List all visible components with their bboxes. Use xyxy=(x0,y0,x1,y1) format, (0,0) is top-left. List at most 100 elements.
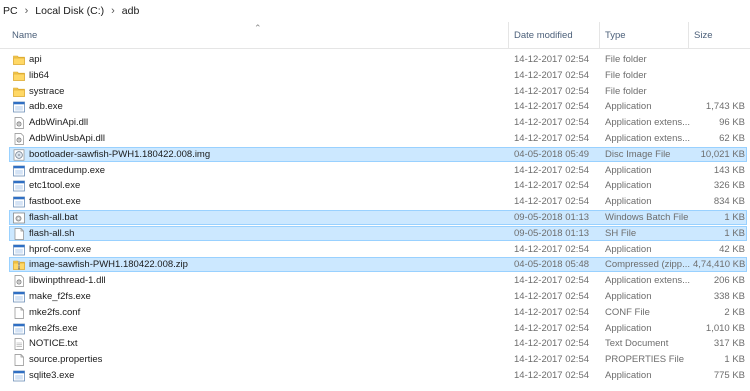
file-row[interactable]: dmtracedump.exe 14-12-2017 02:54 Applicati… xyxy=(9,163,747,178)
breadcrumb-adb[interactable]: adb xyxy=(121,5,141,17)
file-date-modified: 14-12-2017 02:54 xyxy=(514,370,590,381)
file-row[interactable]: fastboot.exe 14-12-2017 02:54 Application 8… xyxy=(9,194,747,209)
file-size: 1 KB xyxy=(724,354,745,366)
file-type: Application extens... xyxy=(605,117,691,129)
file-name: fastboot.exe xyxy=(29,196,81,208)
file-date-modified: 14-12-2017 02:54 xyxy=(514,196,590,208)
exe-icon xyxy=(13,244,25,256)
text-file-icon xyxy=(13,338,25,351)
file-size: 62 KB xyxy=(719,133,745,144)
breadcrumb-pc[interactable]: PC xyxy=(2,5,19,17)
file-name: flash-all.sh xyxy=(29,227,75,239)
folder-icon xyxy=(13,86,25,98)
file-size: 338 KB xyxy=(713,291,745,302)
column-divider[interactable] xyxy=(599,22,600,48)
file-type: Application extens... xyxy=(605,275,691,287)
file-name: AdbWinApi.dll xyxy=(29,117,89,129)
file-name: NOTICE.txt xyxy=(29,338,78,350)
file-type: PROPERTIES File xyxy=(605,354,685,366)
column-header-size[interactable]: Size xyxy=(694,22,744,48)
file-row[interactable]: NOTICE.txt 14-12-2017 02:54 Text Document 3… xyxy=(9,336,747,351)
breadcrumb-local-disk[interactable]: Local Disk (C:) xyxy=(34,5,105,17)
file-row[interactable]: bootloader-sawfish-PWH1.180422.008.img 04… xyxy=(9,146,747,162)
file-type: Application xyxy=(605,196,652,208)
file-row[interactable]: flash-all.bat 09-05-2018 01:13 Windows Bat… xyxy=(9,210,747,225)
file-date-modified: 14-12-2017 02:54 xyxy=(514,117,590,129)
file-row[interactable]: AdbWinApi.dll 14-12-2017 02:54 Application… xyxy=(9,115,747,130)
file-name: image-sawfish-PWH1.180422.008.zip xyxy=(29,259,188,271)
file-name: lib64 xyxy=(29,69,50,81)
file-name: api xyxy=(29,54,42,65)
file-date-modified: 14-12-2017 02:54 xyxy=(514,69,590,81)
file-row[interactable]: systrace 14-12-2017 02:54 File folder xyxy=(9,84,747,99)
file-type: Application xyxy=(605,291,652,302)
file-size: 143 KB xyxy=(713,164,745,176)
file-date-modified: 14-12-2017 02:54 xyxy=(514,306,590,318)
generic-file-icon xyxy=(13,306,25,319)
file-row[interactable]: lib64 14-12-2017 02:54 File folder xyxy=(9,68,747,83)
file-size: 1 KB xyxy=(724,212,745,223)
file-size: 834 KB xyxy=(713,196,745,208)
file-type: File folder xyxy=(605,69,647,81)
file-size: 4,74,410 KB xyxy=(693,259,745,271)
breadcrumb-chevron-icon[interactable]: › xyxy=(111,5,115,17)
file-name: flash-all.bat xyxy=(29,212,78,223)
generic-file-icon xyxy=(13,227,25,240)
address-bar[interactable]: PC › Local Disk (C:) › adb xyxy=(0,0,750,23)
zip-folder-icon xyxy=(13,259,25,271)
column-header-name[interactable]: Name xyxy=(12,22,502,48)
file-name: adb.exe xyxy=(29,101,63,113)
file-date-modified: 14-12-2017 02:54 xyxy=(514,133,590,144)
file-size: 326 KB xyxy=(713,180,745,192)
file-date-modified: 04-05-2018 05:49 xyxy=(514,148,590,160)
file-size: 2 KB xyxy=(724,306,745,318)
exe-icon xyxy=(13,196,25,208)
file-row[interactable]: AdbWinUsbApi.dll 14-12-2017 02:54 Applicat… xyxy=(9,131,747,146)
file-row[interactable]: make_f2fs.exe 14-12-2017 02:54 Application… xyxy=(9,289,747,304)
file-row[interactable]: image-sawfish-PWH1.180422.008.zip 04-05-2… xyxy=(9,257,747,273)
file-size xyxy=(693,85,745,99)
column-header-date-modified[interactable]: Date modified xyxy=(514,22,594,48)
column-divider[interactable] xyxy=(688,22,689,48)
file-date-modified: 14-12-2017 02:54 xyxy=(514,164,590,176)
file-name: libwinpthread-1.dll xyxy=(29,275,106,287)
file-date-modified: 14-12-2017 02:54 xyxy=(514,291,590,302)
file-date-modified: 09-05-2018 01:13 xyxy=(514,227,590,239)
file-size: 775 KB xyxy=(713,370,745,381)
file-row[interactable]: source.properties 14-12-2017 02:54 PROPERT… xyxy=(9,352,747,367)
column-header-row: ⌃ Name Date modified Type Size xyxy=(0,22,750,49)
breadcrumb-chevron-icon[interactable]: › xyxy=(25,5,29,17)
file-row[interactable]: mke2fs.conf 14-12-2017 02:54 CONF File 2 KB xyxy=(9,305,747,320)
exe-icon xyxy=(13,291,25,303)
file-date-modified: 14-12-2017 02:54 xyxy=(514,338,590,350)
file-size: 42 KB xyxy=(719,243,745,255)
file-type: CONF File xyxy=(605,306,650,318)
file-row[interactable]: hprof-conv.exe 14-12-2017 02:54 Applicatio… xyxy=(9,242,747,257)
file-name: hprof-conv.exe xyxy=(29,243,92,255)
column-divider[interactable] xyxy=(508,22,509,48)
file-row[interactable]: libwinpthread-1.dll 14-12-2017 02:54 Appli… xyxy=(9,273,747,288)
file-size: 10,021 KB xyxy=(700,148,745,160)
file-date-modified: 14-12-2017 02:54 xyxy=(514,180,590,192)
file-row[interactable]: etc1tool.exe 14-12-2017 02:54 Application 3… xyxy=(9,178,747,193)
file-name: mke2fs.conf xyxy=(29,306,81,318)
file-size: 1,010 KB xyxy=(705,322,745,334)
file-row[interactable]: mke2fs.exe 14-12-2017 02:54 Application 1,0… xyxy=(9,321,747,336)
exe-icon xyxy=(13,180,25,192)
file-row[interactable]: api 14-12-2017 02:54 File folder xyxy=(9,52,747,67)
file-type: Application extens... xyxy=(605,133,691,144)
file-size: 317 KB xyxy=(713,338,745,350)
file-date-modified: 04-05-2018 05:48 xyxy=(514,259,590,271)
column-header-type[interactable]: Type xyxy=(605,22,685,48)
file-size: 96 KB xyxy=(719,117,745,129)
file-name: dmtracedump.exe xyxy=(29,164,106,176)
file-name: mke2fs.exe xyxy=(29,322,78,334)
file-type: Application xyxy=(605,322,652,334)
file-name: source.properties xyxy=(29,354,103,366)
exe-icon xyxy=(13,370,25,382)
file-row[interactable]: flash-all.sh 09-05-2018 01:13 SH File 1 KB xyxy=(9,225,747,241)
file-row[interactable]: adb.exe 14-12-2017 02:54 Application 1,743 … xyxy=(9,99,747,114)
file-type: Windows Batch File xyxy=(605,212,689,223)
file-row[interactable]: sqlite3.exe 14-12-2017 02:54 Application 77… xyxy=(9,368,747,383)
folder-icon xyxy=(13,70,25,82)
